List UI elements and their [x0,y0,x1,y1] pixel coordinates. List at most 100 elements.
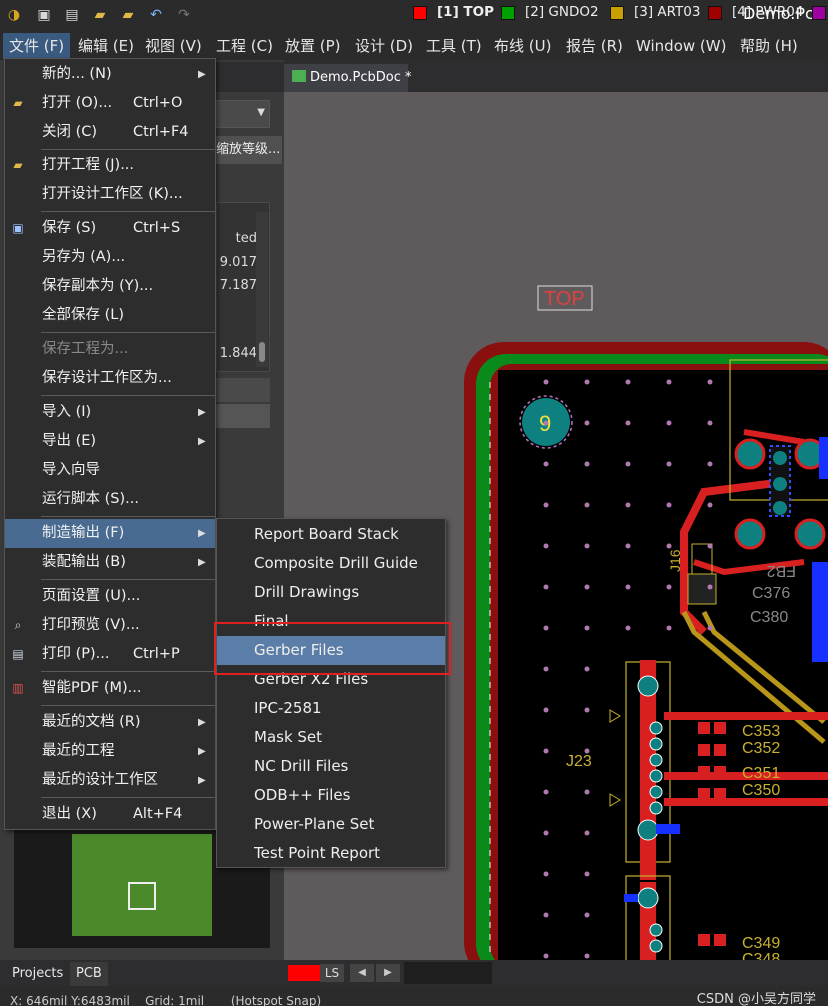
submenu-item-drill-drawings[interactable]: Drill Drawings [217,578,445,607]
table-cell: 1.844 [219,346,257,361]
via [584,748,590,754]
via [666,584,672,590]
via [666,461,672,467]
submenu-item-gerber-files[interactable]: Gerber Files [217,636,445,665]
menu-item-exit[interactable]: 退出 (X) Alt+F4 [5,800,215,829]
chevron-down-icon: ▼ [257,107,265,118]
table-cell: 7.187 [219,278,257,293]
menu-item-run-script[interactable]: 运行脚本 (S)... [5,485,215,514]
panel-combo[interactable]: ▼ [216,100,270,128]
menu-place[interactable]: 放置 (P) [279,33,347,59]
layer-tab-top[interactable]: [1] TOP [437,4,494,20]
menu-item-export[interactable]: 导出 (E) ▶ [5,427,215,456]
menu-item-page-setup[interactable]: 页面设置 (U)... [5,582,215,611]
submenu-item-mask-set[interactable]: Mask Set [217,723,445,752]
pcb-document-icon [292,70,306,82]
via [584,871,590,877]
doc-tab-label: Demo.PcbDoc * [310,70,412,85]
menu-item-open-project[interactable]: ▰ 打开工程 (J)... [5,151,215,180]
table-cell: 9.017 [219,255,257,270]
submenu-item-composite-drill-guide[interactable]: Composite Drill Guide [217,549,445,578]
via [584,502,590,508]
menu-help[interactable]: 帮助 (H) [734,33,804,59]
via [543,461,549,467]
menu-tools[interactable]: 工具 (T) [420,33,488,59]
layer-color-art03 [610,6,624,20]
submenu-arrow-icon: ▶ [198,528,206,539]
via [584,912,590,918]
menu-item-print[interactable]: ▤ 打印 (P)... Ctrl+P [5,640,215,669]
layer-tab-pwr04[interactable]: [4] PWR04 [732,4,803,20]
submenu-item-test-point-report[interactable]: Test Point Report [217,839,445,868]
tab-pcb[interactable]: PCB [70,962,108,986]
current-layer-swatch[interactable] [288,965,320,981]
designator-c380: C380 [750,609,788,626]
menu-item-save-all[interactable]: 全部保存 (L) [5,301,215,330]
menu-item-save-copy-as[interactable]: 保存副本为 (Y)... [5,272,215,301]
zoom-level-button[interactable]: 缩放等级... [216,136,282,164]
submenu-item-nc-drill-files[interactable]: NC Drill Files [217,752,445,781]
open-folder-icon[interactable]: ▰ [90,5,110,25]
submenu-item-final[interactable]: Final [217,607,445,636]
submenu-item-ipc-2581[interactable]: IPC-2581 [217,694,445,723]
submenu-item-odb-files[interactable]: ODB++ Files [217,781,445,810]
undo-icon[interactable]: ↶ [146,5,166,25]
menu-item-new[interactable]: 新的... (N) ▶ [5,60,215,89]
submenu-item-report-board-stack[interactable]: Report Board Stack [217,520,445,549]
menu-project[interactable]: 工程 (C) [210,33,279,59]
print-preview-icon: ⌕ [14,618,22,632]
menu-item-close[interactable]: 关闭 (C) Ctrl+F4 [5,118,215,147]
via [666,625,672,631]
menu-design[interactable]: 设计 (D) [349,33,419,59]
submenu-item-power-plane-set[interactable]: Power-Plane Set [217,810,445,839]
via [707,584,713,590]
via [584,420,590,426]
menu-reports[interactable]: 报告 (R) [560,33,629,59]
layer-tab-art03[interactable]: [3] ART03 [634,4,700,20]
menu-item-open-workspace[interactable]: 打开设计工作区 (K)... [5,180,215,209]
submenu-arrow-icon: ▶ [198,746,206,757]
menu-route[interactable]: 布线 (U) [488,33,557,59]
menu-item-smart-pdf[interactable]: ▥ 智能PDF (M)... [5,674,215,703]
menu-item-import-wizard[interactable]: 导入向导 [5,456,215,485]
menu-item-open[interactable]: ▰ 打开 (O)... Ctrl+O [5,89,215,118]
save-icon[interactable]: ▣ [34,5,54,25]
submenu-item-gerber-x2-files[interactable]: Gerber X2 Files [217,665,445,694]
submenu-arrow-icon: ▶ [198,407,206,418]
panel-scrollbar[interactable] [256,212,268,367]
tab-demo-pcbdoc[interactable]: Demo.PcbDoc * [284,64,412,92]
layer-set-button[interactable]: LS [320,964,344,982]
layer-next-icon[interactable]: ▶ [376,964,400,982]
active-layer-background [404,962,492,984]
menu-item-save-as[interactable]: 另存为 (A)... [5,243,215,272]
viewport-marker[interactable] [128,882,156,910]
menu-item-recent-documents[interactable]: 最近的文档 (R) ▶ [5,708,215,737]
menu-item-import[interactable]: 导入 (I) ▶ [5,398,215,427]
menu-item-fabrication-outputs[interactable]: 制造输出 (F) ▶ [5,519,215,548]
printer-icon: ▤ [12,647,24,661]
designator-j16: J16 [667,549,683,572]
layer-color-next [812,6,826,20]
open-project-icon[interactable]: ▰ [118,5,138,25]
menu-item-recent-projects[interactable]: 最近的工程 ▶ [5,737,215,766]
designator-c352: C352 [742,740,780,757]
menu-item-assembly-outputs[interactable]: 装配输出 (B) ▶ [5,548,215,577]
save-all-icon[interactable]: ▤ [62,5,82,25]
menu-window[interactable]: Window (W) [630,33,732,59]
layer-tab-gnd02[interactable]: [2] GNDO2 [525,4,599,20]
menu-item-save[interactable]: ▣ 保存 (S) Ctrl+S [5,214,215,243]
redo-icon[interactable]: ↷ [174,5,194,25]
via [584,379,590,385]
menu-item-save-project-as: 保存工程为... [42,341,129,357]
menu-view[interactable]: 视图 (V) [139,33,208,59]
via [543,379,549,385]
menu-file[interactable]: 文件 (F) [3,33,71,59]
menu-item-print-preview[interactable]: ⌕ 打印预览 (V)... [5,611,215,640]
menu-edit[interactable]: 编辑 (E) [72,33,140,59]
via [543,912,549,918]
menu-item-recent-workspaces[interactable]: 最近的设计工作区 ▶ [5,766,215,795]
menu-item-save-workspace-as[interactable]: 保存设计工作区为... [5,364,215,393]
layer-prev-icon[interactable]: ◀ [350,964,374,982]
via [707,625,713,631]
tab-projects[interactable]: Projects [6,962,69,986]
